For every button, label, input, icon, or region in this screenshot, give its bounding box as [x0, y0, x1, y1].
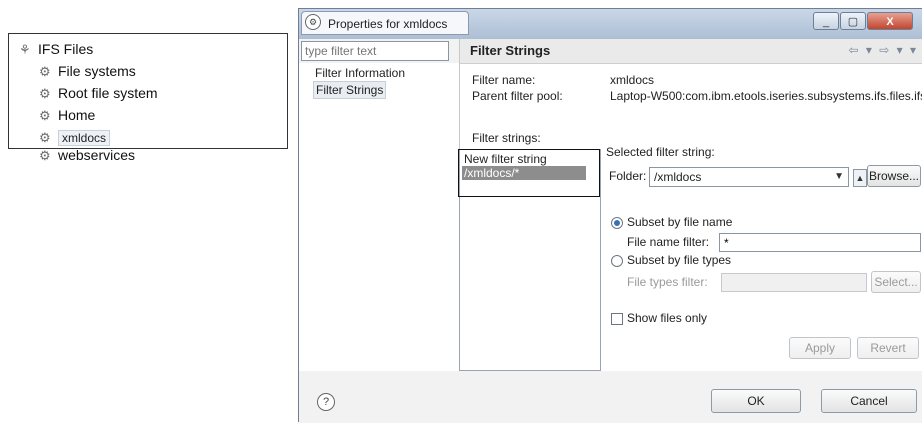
- filter-icon: ⚙: [39, 86, 51, 101]
- filter-icon: ⚙: [39, 148, 51, 163]
- file-types-filter-label: File types filter:: [627, 275, 708, 289]
- properties-app-icon: ⚙: [305, 14, 321, 30]
- ok-button[interactable]: OK: [711, 389, 801, 413]
- section-title: Filter Strings: [470, 43, 551, 58]
- subset-by-file-name-radio[interactable]: [611, 217, 623, 229]
- nav-filter-information[interactable]: Filter Information: [313, 65, 407, 81]
- folder-value: /xmldocs: [654, 170, 702, 184]
- chevron-down-icon[interactable]: ▼: [834, 168, 844, 186]
- subset-by-file-types-radio[interactable]: [611, 255, 623, 267]
- tree-item-label: File systems: [58, 63, 136, 79]
- tree-item-file-systems[interactable]: ⚙ File systems: [39, 60, 136, 82]
- help-icon[interactable]: ?: [317, 393, 335, 411]
- close-button[interactable]: X: [867, 12, 913, 30]
- folder-history-icon[interactable]: ▲: [853, 169, 867, 187]
- revert-button: Revert: [857, 337, 919, 359]
- parent-filter-pool-label: Parent filter pool:: [472, 89, 563, 103]
- apply-button: Apply: [789, 337, 851, 359]
- show-files-only-checkbox[interactable]: [611, 313, 623, 325]
- tree-item-label: Home: [58, 107, 96, 123]
- type-filter-text-input[interactable]: [301, 41, 449, 61]
- selected-filter-string-label: Selected filter string:: [606, 145, 715, 159]
- folder-combo[interactable]: /xmldocs ▼: [649, 167, 849, 187]
- nav-filter-strings[interactable]: Filter Strings: [313, 81, 387, 99]
- cancel-button[interactable]: Cancel: [821, 389, 917, 413]
- parent-filter-pool-value: Laptop-W500:com.ibm.etools.iseries.subsy…: [610, 89, 922, 103]
- dialog-title: Properties for xmldocs: [328, 17, 448, 31]
- file-name-filter-input[interactable]: [719, 233, 921, 252]
- tree-item-label: xmldocs: [58, 130, 111, 146]
- history-nav-arrows[interactable]: ⇦ ▾ ⇨ ▾ ▾: [848, 43, 918, 57]
- dialog-titlebar[interactable]: Properties for xmldocs ⚙ _ ▢ X: [299, 9, 922, 39]
- filter-name-label: Filter name:: [472, 73, 536, 87]
- filter-strings-label: Filter strings:: [472, 131, 541, 145]
- tree-item-root-file-system[interactable]: ⚙ Root file system: [39, 82, 158, 104]
- show-files-only-label: Show files only: [627, 311, 708, 325]
- tree-item-label: webservices: [58, 147, 136, 163]
- ifs-files-icon: ⚘: [19, 42, 31, 57]
- dialog-title-tab: Properties for xmldocs: [301, 11, 469, 35]
- properties-dialog: Properties for xmldocs ⚙ _ ▢ X Filter In…: [298, 8, 922, 423]
- file-types-filter-input: [721, 273, 867, 292]
- minimize-button[interactable]: _: [813, 12, 839, 30]
- subset-by-file-types-label: Subset by file types: [627, 253, 732, 267]
- tree-item-webservices[interactable]: ⚙ webservices: [39, 146, 135, 166]
- ifs-files-tree: ⚘ IFS Files ⚙ File systems ⚙ Root file syst…: [8, 33, 288, 163]
- filter-icon: ⚙: [39, 108, 51, 123]
- maximize-button[interactable]: ▢: [840, 12, 866, 30]
- tree-root-label: IFS Files: [38, 41, 94, 57]
- file-name-filter-label: File name filter:: [627, 235, 710, 249]
- property-pages-nav: Filter Information Filter Strings: [299, 63, 459, 371]
- filter-name-value: xmldocs: [610, 73, 655, 87]
- section-header: Filter Strings ⇦ ▾ ⇨ ▾ ▾: [460, 39, 922, 64]
- tree-item-xmldocs[interactable]: ⚙ xmldocs: [39, 126, 111, 148]
- filter-icon: ⚙: [39, 64, 51, 79]
- browse-button[interactable]: Browse...: [867, 165, 921, 187]
- callout-highlight-box: [458, 149, 600, 197]
- subset-by-file-name-label: Subset by file name: [627, 215, 733, 229]
- dialog-button-bar: ? OK Cancel: [299, 371, 922, 423]
- tree-root-ifs-files[interactable]: ⚘ IFS Files: [19, 38, 93, 60]
- tree-item-label: Root file system: [58, 85, 158, 101]
- tree-item-home[interactable]: ⚙ Home: [39, 104, 95, 126]
- select-button: Select...: [871, 271, 921, 293]
- folder-label: Folder:: [609, 169, 647, 183]
